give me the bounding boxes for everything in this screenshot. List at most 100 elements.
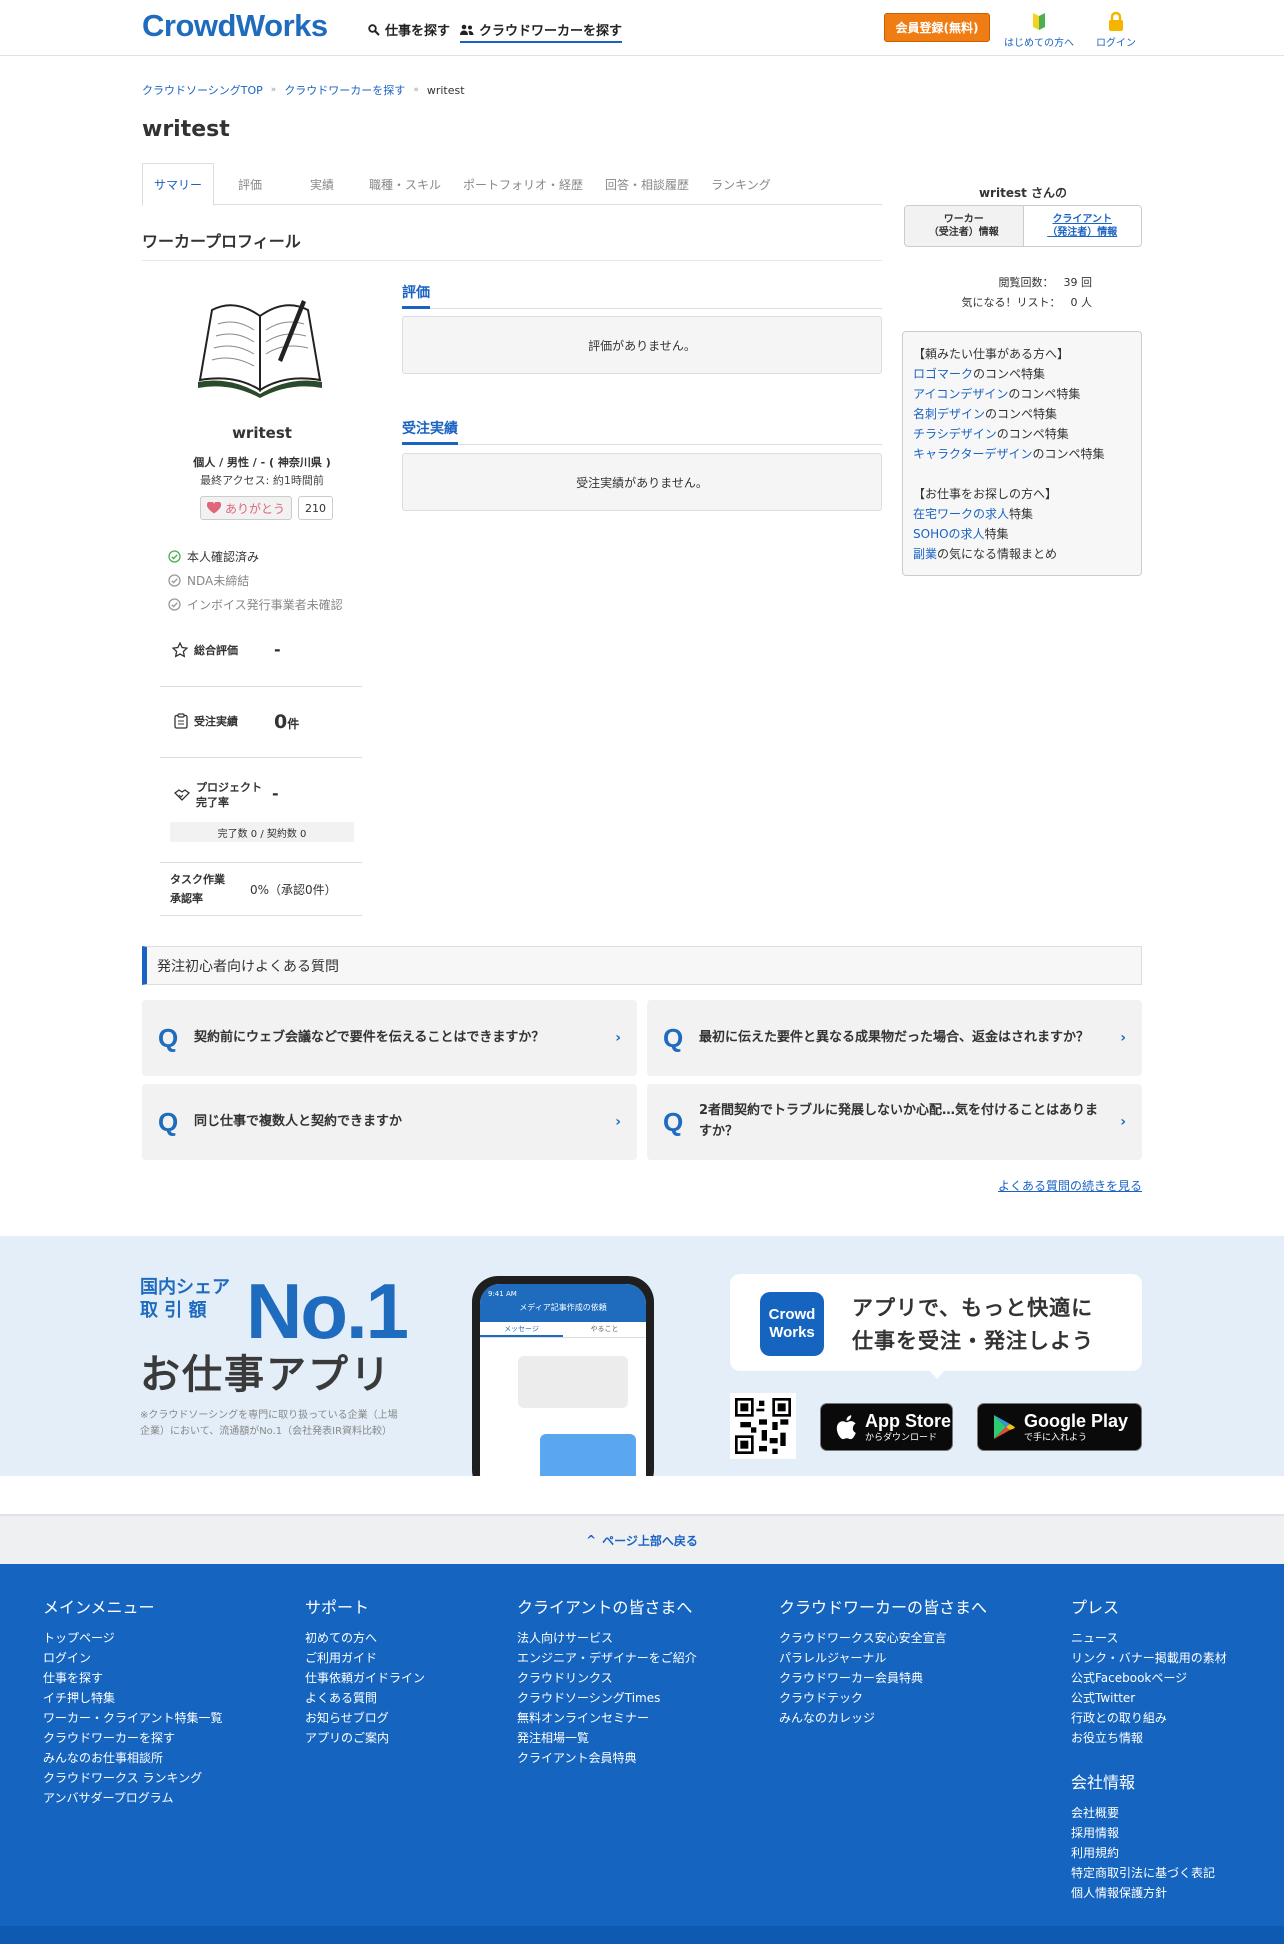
orders-empty: 受注実績がありません。 xyxy=(402,453,882,511)
tab-portfolio[interactable]: ポートフォリオ・経歴 xyxy=(452,163,594,205)
app-store-button[interactable]: App Store からダウンロード xyxy=(820,1403,953,1451)
footer-link[interactable]: クラウドリンクス xyxy=(517,1668,697,1688)
check-circle-icon xyxy=(168,550,181,563)
footer-link[interactable]: ワーカー・クライアント特集一覧 xyxy=(43,1708,223,1728)
panel-heading-workers: 【お仕事をお探しの方へ】 xyxy=(913,487,1058,501)
footer-link[interactable]: 初めての方へ xyxy=(305,1628,425,1648)
login-link[interactable]: ログイン xyxy=(1096,10,1136,49)
footer-link[interactable]: アプリのご案内 xyxy=(305,1728,425,1748)
footer-link[interactable]: よくある質問 xyxy=(305,1688,425,1708)
footer-link[interactable]: ログイン xyxy=(43,1648,223,1668)
google-play-button[interactable]: Google Play で手に入れよう xyxy=(977,1403,1142,1451)
feature-card: 名刺デザインのコンペ特集 xyxy=(913,404,1131,424)
client-info-tab[interactable]: クライアント （発注者）情報 xyxy=(1024,206,1142,246)
footer-link[interactable]: 個人情報保護方針 xyxy=(1071,1883,1215,1903)
identity-verified: 本人確認済み xyxy=(168,548,259,565)
stat-orders: 受注実績 0件 xyxy=(160,687,362,758)
thanks-button[interactable]: ありがとう xyxy=(200,496,293,520)
right-heading: writest さんの xyxy=(978,186,1068,200)
app-store-text: App Store からダウンロード xyxy=(865,1412,951,1443)
register-button[interactable]: 会員登録(無料) xyxy=(884,13,990,42)
stat-orders-label: 受注実績 xyxy=(194,715,238,728)
tab-skills[interactable]: 職種・スキル xyxy=(358,163,452,205)
feature-logo-link[interactable]: ロゴマーク xyxy=(913,367,973,381)
footer-link[interactable]: 公式Twitter xyxy=(1071,1688,1227,1708)
crowdworks-logo[interactable]: CrowdWorks xyxy=(142,8,328,44)
feature-sidejob-link[interactable]: 副業 xyxy=(913,547,937,561)
nav-find-jobs-label: 仕事を探す xyxy=(385,24,451,39)
footer-link[interactable]: パラレルジャーナル xyxy=(779,1648,987,1668)
footer-link[interactable]: クラウドワークス安心安全宣言 xyxy=(779,1628,987,1648)
footer-link[interactable]: クラウドテック xyxy=(779,1688,987,1708)
feature-icon-link[interactable]: アイコンデザイン xyxy=(913,387,1008,401)
tab-summary[interactable]: サマリー xyxy=(142,163,215,206)
qr-code-icon[interactable] xyxy=(730,1393,796,1459)
footer-link[interactable]: 利用規約 xyxy=(1071,1843,1215,1863)
page-title: writest xyxy=(142,117,230,142)
footer-link[interactable]: ニュース xyxy=(1071,1628,1227,1648)
breadcrumb: クラウドソーシングTOP » クラウドワーカーを探す » writest xyxy=(142,82,465,98)
nav-find-jobs[interactable]: 仕事を探す xyxy=(368,20,450,39)
footer-link[interactable]: アンバサダープログラム xyxy=(43,1788,223,1808)
completion-subcount: 完了数 0 / 契約数 0 xyxy=(170,822,354,842)
beginners-link[interactable]: はじめての方へ xyxy=(1004,10,1074,49)
stat-overall-label: 総合評価 xyxy=(194,644,238,657)
tab-achievements[interactable]: 実績 xyxy=(286,163,358,205)
footer-link[interactable]: お役立ち情報 xyxy=(1071,1728,1227,1748)
footer-link[interactable]: ご利用ガイド xyxy=(305,1648,425,1668)
faq-item[interactable]: Q 最初に伝えた要件と異なる成果物だった場合、返金はされますか？ › xyxy=(647,1000,1142,1076)
breadcrumb-top[interactable]: クラウドソーシングTOP xyxy=(142,82,263,98)
faq-item[interactable]: Q 同じ仕事で複数人と契約できますか › xyxy=(142,1084,637,1160)
footer-company: 会社情報 会社概要 採用情報 利用規約 特定商取引法に基づく表記 個人情報保護方… xyxy=(1071,1769,1215,1903)
footer-link[interactable]: トップページ xyxy=(43,1628,223,1648)
footer-link[interactable]: クラウドワーカー会員特典 xyxy=(779,1668,987,1688)
footer-link[interactable]: みんなのカレッジ xyxy=(779,1708,987,1728)
footer-link[interactable]: みんなのお仕事相談所 xyxy=(43,1748,223,1768)
users-icon xyxy=(460,24,474,35)
stat-completion-label-1: プロジェクト xyxy=(196,781,262,794)
footer-link[interactable]: 採用情報 xyxy=(1071,1823,1215,1843)
footer-link[interactable]: 法人向けサービス xyxy=(517,1628,697,1648)
tab-answers[interactable]: 回答・相談履歴 xyxy=(594,163,700,205)
footer-link[interactable]: 行政との取り組み xyxy=(1071,1708,1227,1728)
footer-link[interactable]: クラウドソーシングTimes xyxy=(517,1688,697,1708)
footer-link[interactable]: リンク・バナー掲載用の素材 xyxy=(1071,1648,1227,1668)
feature-card-link[interactable]: 名刺デザイン xyxy=(913,407,985,421)
tab-evaluation[interactable]: 評価 xyxy=(214,163,286,205)
footer-link[interactable]: 会社概要 xyxy=(1071,1803,1215,1823)
footer-link[interactable]: 発注相場一覧 xyxy=(517,1728,697,1748)
last-access: 最終アクセス: 約1時間前 xyxy=(200,474,324,487)
footer-link[interactable]: クラウドワーカーを探す xyxy=(43,1728,223,1748)
faq-item[interactable]: Q 2者間契約でトラブルに発展しないか心配…気を付けることはありますか？ › xyxy=(647,1084,1142,1160)
faq-q-mark: Q xyxy=(158,1022,179,1053)
footer-link[interactable]: 公式Facebookページ xyxy=(1071,1668,1227,1688)
footer-link[interactable]: 仕事を探す xyxy=(43,1668,223,1688)
footer-link[interactable]: クラウドワークス ランキング xyxy=(43,1768,223,1788)
footer-link[interactable]: 仕事依頼ガイドライン xyxy=(305,1668,425,1688)
feature-soho-link[interactable]: SOHOの求人 xyxy=(913,527,985,541)
faq-item[interactable]: Q 契約前にウェブ会議などで要件を伝えることはできますか？ › xyxy=(142,1000,637,1076)
worker-info-tab[interactable]: ワーカー （受注者）情報 xyxy=(905,206,1024,246)
footer-link[interactable]: クライアント会員特典 xyxy=(517,1748,697,1768)
feature-remote-link[interactable]: 在宅ワークの求人 xyxy=(913,507,1009,521)
breadcrumb-find-workers[interactable]: クラウドワーカーを探す xyxy=(284,82,405,98)
tab-ranking[interactable]: ランキング xyxy=(700,163,782,205)
nav-find-workers[interactable]: クラウドワーカーを探す xyxy=(460,20,623,43)
footer-company-title: 会社情報 xyxy=(1071,1773,1136,1792)
feature-icon-suffix: のコンペ特集 xyxy=(1008,387,1081,401)
footer-link[interactable]: 特定商取引法に基づく表記 xyxy=(1071,1863,1215,1883)
footer-link[interactable]: 無料オンラインセミナー xyxy=(517,1708,697,1728)
feature-flyer-link[interactable]: チラシデザイン xyxy=(913,427,997,441)
worker-info-tab-line1: ワーカー xyxy=(943,214,984,225)
footer-client: クライアントの皆さまへ 法人向けサービス エンジニア・デザイナーをご紹介 クラウ… xyxy=(517,1594,697,1768)
footer-link[interactable]: お知らせブログ xyxy=(305,1708,425,1728)
chevron-right-icon: › xyxy=(615,1030,621,1046)
faq-more-link[interactable]: よくある質問の続きを見る xyxy=(900,1177,1142,1194)
search-icon xyxy=(368,23,380,36)
footer-bottom-bar xyxy=(0,1926,1284,1944)
footer-link[interactable]: イチ押し特集 xyxy=(43,1688,223,1708)
feature-sidejob-suffix: の気になる情報まとめ xyxy=(937,547,1058,561)
feature-character-link[interactable]: キャラクターデザイン xyxy=(913,447,1033,461)
back-to-top[interactable]: ^ ページ上部へ戻る xyxy=(0,1514,1284,1564)
footer-link[interactable]: エンジニア・デザイナーをご紹介 xyxy=(517,1648,697,1668)
